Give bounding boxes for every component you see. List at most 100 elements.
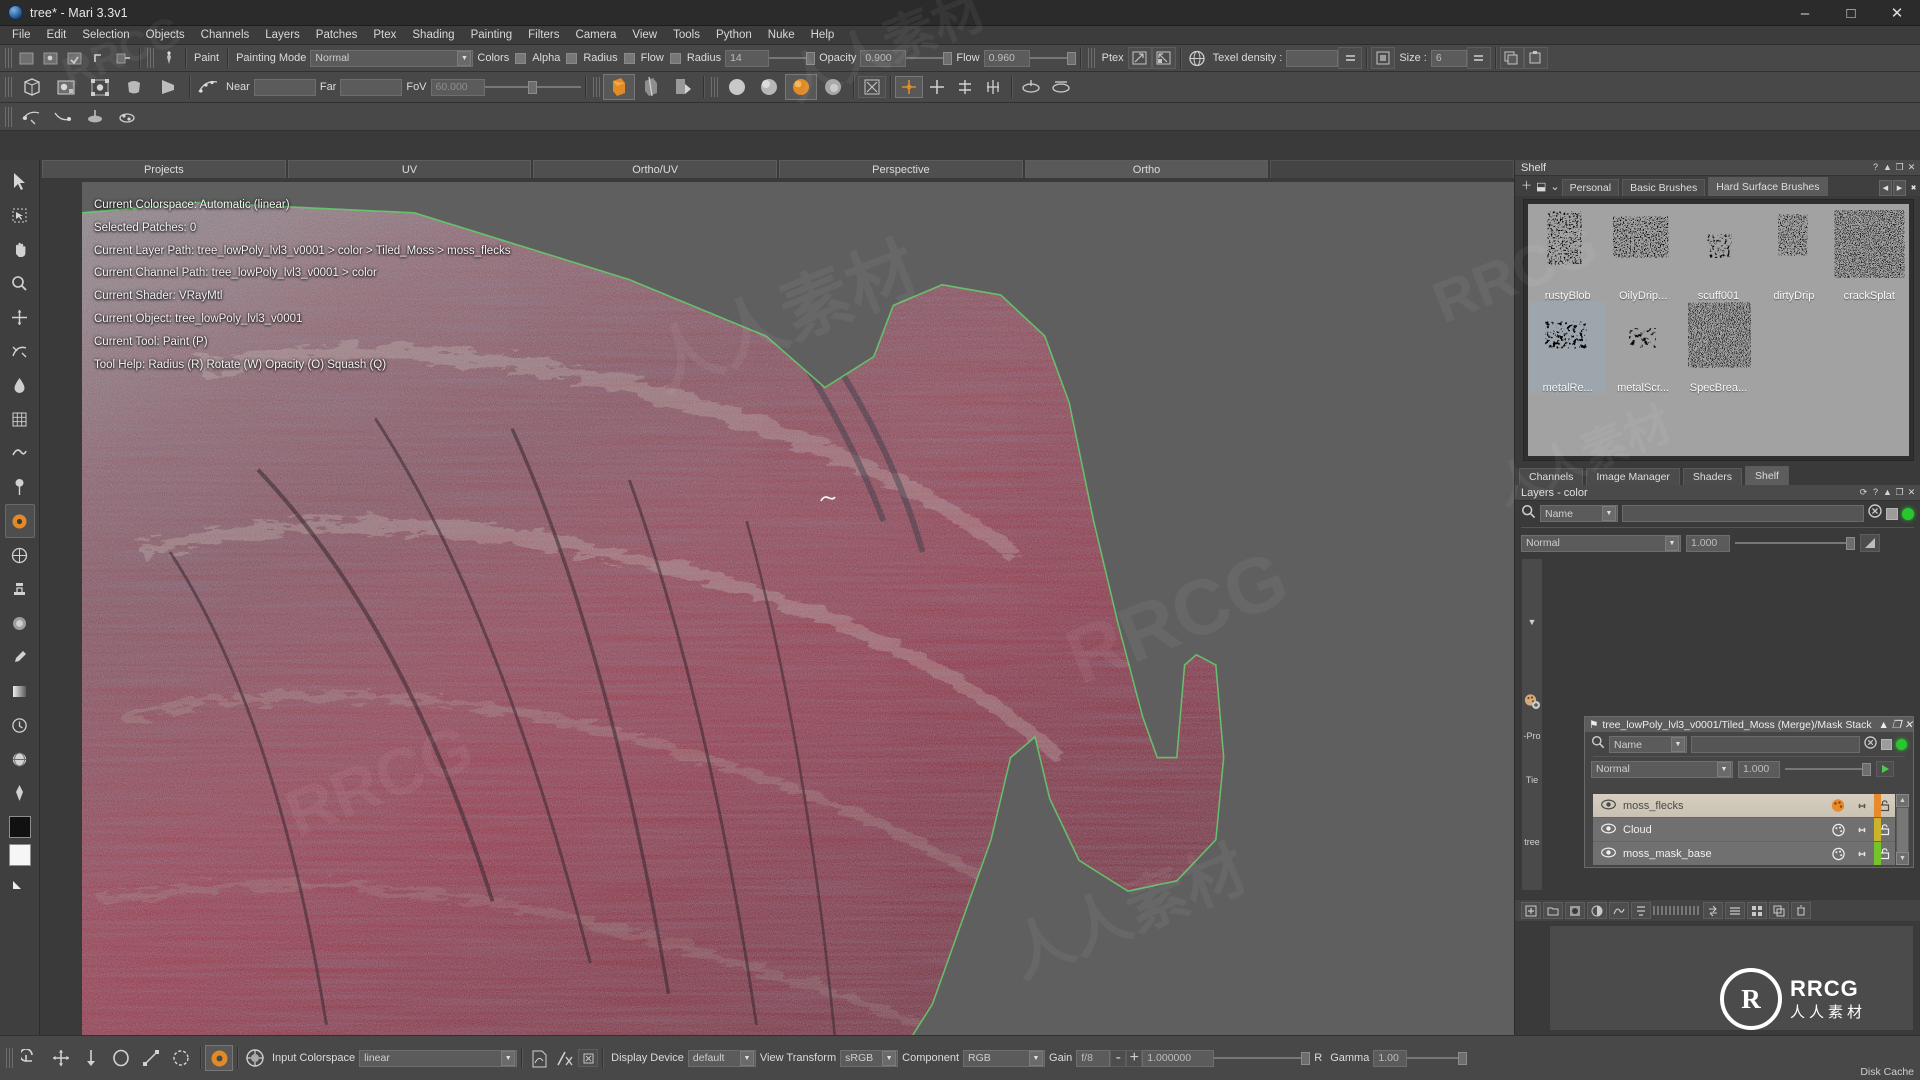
background-color-swatch[interactable] <box>9 844 31 866</box>
add-procedural-icon[interactable] <box>1609 902 1629 919</box>
shelf-tab-personal[interactable]: Personal <box>1562 179 1619 196</box>
shelf-brush-item[interactable]: OilyDrip... <box>1605 210 1680 302</box>
layer-thumbnail-icon[interactable] <box>1825 823 1851 837</box>
mask-stack-opacity-slider[interactable] <box>1785 762 1871 777</box>
shelf-tab-bar[interactable]: ＋ ⬓ ⌄ PersonalBasic BrushesHard Surface … <box>1515 176 1920 196</box>
radius-input[interactable]: 14 <box>725 50 769 67</box>
flow-input[interactable]: 0.960 <box>984 50 1030 67</box>
clock-history-tool[interactable] <box>5 708 35 742</box>
project-paint-icon[interactable] <box>15 106 47 128</box>
blur-tool[interactable] <box>5 606 35 640</box>
menu-bar[interactable]: FileEditSelectionObjectsChannelsLayersPa… <box>0 26 1920 45</box>
mask-layer-row[interactable]: Cloud <box>1593 818 1895 842</box>
full-light-icon[interactable] <box>785 74 817 100</box>
layer-thumbnail-icon[interactable] <box>1825 847 1851 861</box>
layer-link-icon[interactable] <box>1851 800 1873 812</box>
mask-stack-pin-icon[interactable]: ⚑ <box>1589 719 1598 731</box>
colors-swatch[interactable] <box>515 53 526 64</box>
mask-toggle-icon[interactable] <box>858 76 886 98</box>
layers-side-strip[interactable]: ▼ -Pro Tie tree <box>1521 558 1543 891</box>
menu-item-tools[interactable]: Tools <box>665 28 708 42</box>
projection-preview-icon[interactable] <box>49 74 83 100</box>
lut-toggle-icon[interactable] <box>578 1049 598 1067</box>
marquee-select-tool[interactable] <box>5 198 35 232</box>
sphere-tool[interactable] <box>5 742 35 776</box>
maximize-button[interactable]: □ <box>1828 0 1874 26</box>
chevron-down-icon[interactable]: ▼ <box>457 51 471 66</box>
menu-item-view[interactable]: View <box>624 28 665 42</box>
pen-tool[interactable] <box>5 776 35 810</box>
snap-align-icon[interactable] <box>951 76 979 98</box>
shelf-close-icon[interactable]: ✕ <box>1906 162 1917 173</box>
dock-tab-image-manager[interactable]: Image Manager <box>1586 468 1680 485</box>
color-swap-icon[interactable] <box>5 866 35 900</box>
mask-layer-row[interactable]: moss_mask_base <box>1593 842 1895 865</box>
color-manager-toggle-icon[interactable] <box>205 1045 233 1071</box>
menu-item-ptex[interactable]: Ptex <box>365 28 404 42</box>
dock-tab-shaders[interactable]: Shaders <box>1683 468 1742 485</box>
brush-thumbnail[interactable] <box>1681 210 1756 280</box>
minimize-button[interactable]: – <box>1782 0 1828 26</box>
light-grip[interactable] <box>711 77 718 97</box>
menu-item-objects[interactable]: Objects <box>138 28 193 42</box>
close-button[interactable]: ✕ <box>1874 0 1920 26</box>
add-layer-icon[interactable] <box>1521 902 1541 919</box>
shelf-brush-item[interactable]: scuff001 <box>1681 210 1756 302</box>
merge-layers-icon[interactable] <box>1631 902 1651 919</box>
turntable-icon[interactable] <box>1016 76 1046 98</box>
layers-filter-input[interactable] <box>1622 505 1864 522</box>
shelf-tab-basic-brushes[interactable]: Basic Brushes <box>1622 179 1705 196</box>
mask-stack-float-icon[interactable]: ❐ <box>1892 719 1901 731</box>
mask-stack-play-icon[interactable] <box>1876 761 1894 777</box>
chevron-down-icon[interactable]: ▼ <box>740 1051 754 1066</box>
menu-item-filters[interactable]: Filters <box>520 28 567 42</box>
layers-close-icon[interactable]: ✕ <box>1906 487 1917 498</box>
opacity-input[interactable]: 0.900 <box>860 50 906 67</box>
opacity-slider[interactable] <box>906 51 952 66</box>
drop-down-icon[interactable] <box>76 1045 106 1071</box>
bake-projection-icon[interactable] <box>79 106 111 128</box>
new-project-icon[interactable] <box>15 47 39 69</box>
layers-collapse-icon[interactable]: ▲ <box>1882 487 1893 498</box>
shelf-tab-hard-surface-brushes[interactable]: Hard Surface Brushes <box>1708 177 1827 196</box>
menu-item-edit[interactable]: Edit <box>39 28 75 42</box>
paint-group-grip[interactable] <box>147 48 154 68</box>
shelf-brush-item[interactable]: rustyBlob <box>1530 210 1605 302</box>
smudge-tool[interactable] <box>5 436 35 470</box>
undo-arrow-icon[interactable] <box>87 47 111 69</box>
wireframe-shading-icon[interactable] <box>635 74 667 100</box>
view-tab-ortho-uv[interactable]: Ortho/UV <box>533 160 777 178</box>
layers-filter-mode[interactable]: Name ▼ <box>1540 505 1618 522</box>
menu-item-layers[interactable]: Layers <box>257 28 308 42</box>
layers-panel-caps[interactable]: ⟳ ? ▲ ❐ ✕ <box>1858 487 1920 498</box>
cube-projection-icon[interactable] <box>15 74 49 100</box>
shelf-next-button[interactable]: ▶ <box>1893 180 1906 196</box>
mask-stack-caps[interactable]: ▲ ❐ ✕ <box>1879 719 1913 731</box>
brush-thumbnail[interactable] <box>1605 210 1680 280</box>
add-mask-icon[interactable] <box>1565 902 1585 919</box>
size-preview-icon[interactable] <box>1371 47 1395 69</box>
chevron-down-icon[interactable]: ▼ <box>1665 536 1679 551</box>
layer-active-indicator[interactable] <box>1902 508 1914 520</box>
dock-tab-shelf[interactable]: Shelf <box>1745 466 1789 485</box>
transform-handles-icon[interactable] <box>83 74 117 100</box>
scroll-down-arrow-icon[interactable]: ▼ <box>1896 852 1909 865</box>
mask-visibility-toggle[interactable] <box>1881 739 1892 750</box>
mask-stack-collapse-icon[interactable]: ▲ <box>1879 719 1889 731</box>
shelf-brush-item[interactable]: metalRe... <box>1530 302 1605 394</box>
add-adjustment-layer-icon[interactable] <box>1587 902 1607 919</box>
projection-toolbar[interactable] <box>0 103 1920 131</box>
camera-grip[interactable] <box>5 77 12 97</box>
gain-stops-input[interactable]: f/8 <box>1076 1050 1110 1067</box>
menu-item-selection[interactable]: Selection <box>74 28 137 42</box>
layer-link-icon[interactable] <box>1851 848 1873 860</box>
brush-thumbnail[interactable] <box>1756 210 1831 280</box>
view-tab-ortho[interactable]: Ortho <box>1025 160 1269 178</box>
input-colorspace-select[interactable]: linear ▼ <box>359 1050 517 1067</box>
alpha-swatch[interactable] <box>566 53 577 64</box>
painting-mode-select[interactable]: Normal ▼ <box>310 50 473 67</box>
mask-layer-row[interactable]: moss_flecks <box>1593 794 1895 818</box>
search-icon[interactable] <box>1521 504 1536 524</box>
uv-shading-icon[interactable] <box>667 74 699 100</box>
basic-light-icon[interactable] <box>753 74 785 100</box>
